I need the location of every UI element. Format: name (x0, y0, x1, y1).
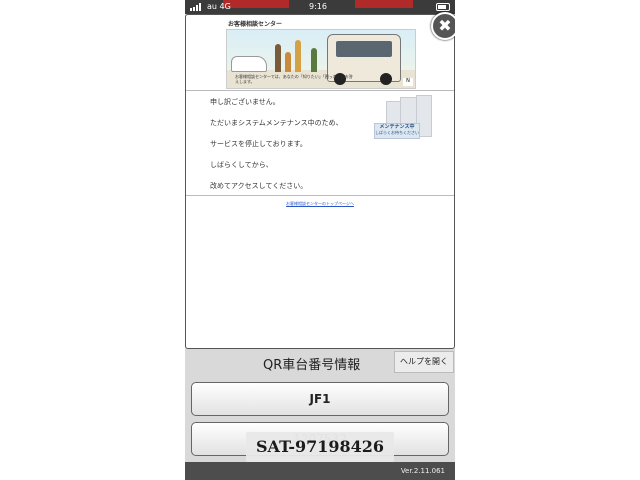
person-illustration (275, 44, 281, 72)
person-illustration (295, 40, 301, 72)
message-line: サービスを停止しております。 (210, 140, 307, 148)
message-line: 申し訳ございません。 (210, 98, 280, 106)
maintenance-illustration: メンテナンス中 しばらくお待ちください (374, 95, 432, 145)
status-bar: au 4G 9:16 (185, 0, 455, 14)
n-badge: N (403, 78, 413, 86)
status-bar-banner-left (223, 0, 289, 8)
maintenance-dialog: お客様相談センター お客様相談センターでは、あなたの「知りたい」「困った」にお答… (185, 14, 455, 349)
model-code-field[interactable]: JF1 (191, 382, 449, 416)
top-page-link[interactable]: お客様相談センターのトップページへ (186, 201, 454, 207)
signal-icon (190, 3, 204, 11)
message-line: 改めてアクセスしてください。 (210, 182, 308, 190)
child-illustration (285, 52, 291, 72)
status-bar-banner-right (355, 0, 413, 8)
maintenance-badge: メンテナンス中 しばらくお待ちください (374, 123, 420, 139)
divider (186, 195, 454, 196)
maintenance-sublabel: しばらくお待ちください (375, 130, 419, 135)
car-illustration (231, 56, 267, 72)
serial-watermark: SAT-97198426 (246, 432, 394, 462)
version-label: Ver.2.11.061 (185, 462, 455, 480)
message-line: しばらくしてから、 (210, 161, 273, 169)
message-line: ただいまシステムメンテナンス中のため、 (210, 119, 343, 127)
center-title: お客様相談センター (228, 21, 283, 28)
carrier-label: au 4G (207, 2, 231, 11)
divider (186, 90, 454, 91)
battery-icon (436, 3, 450, 11)
banner-promo-text: お客様相談センターでは、あなたの「知りたい」「困った」にお答えします。 (235, 74, 353, 84)
close-icon[interactable]: ✖ (431, 12, 455, 40)
phone-screen: au 4G 9:16 お客様相談センター お客様相談センターでは、あなたの「知り… (185, 0, 455, 480)
banner-image: お客様相談センターでは、あなたの「知りたい」「困った」にお答えします。 N (226, 29, 416, 89)
person-illustration (311, 48, 317, 72)
qr-section-title: QR車台番号情報 (263, 358, 361, 373)
clock: 9:16 (309, 2, 327, 11)
help-button[interactable]: ヘルプを開く (394, 351, 454, 373)
